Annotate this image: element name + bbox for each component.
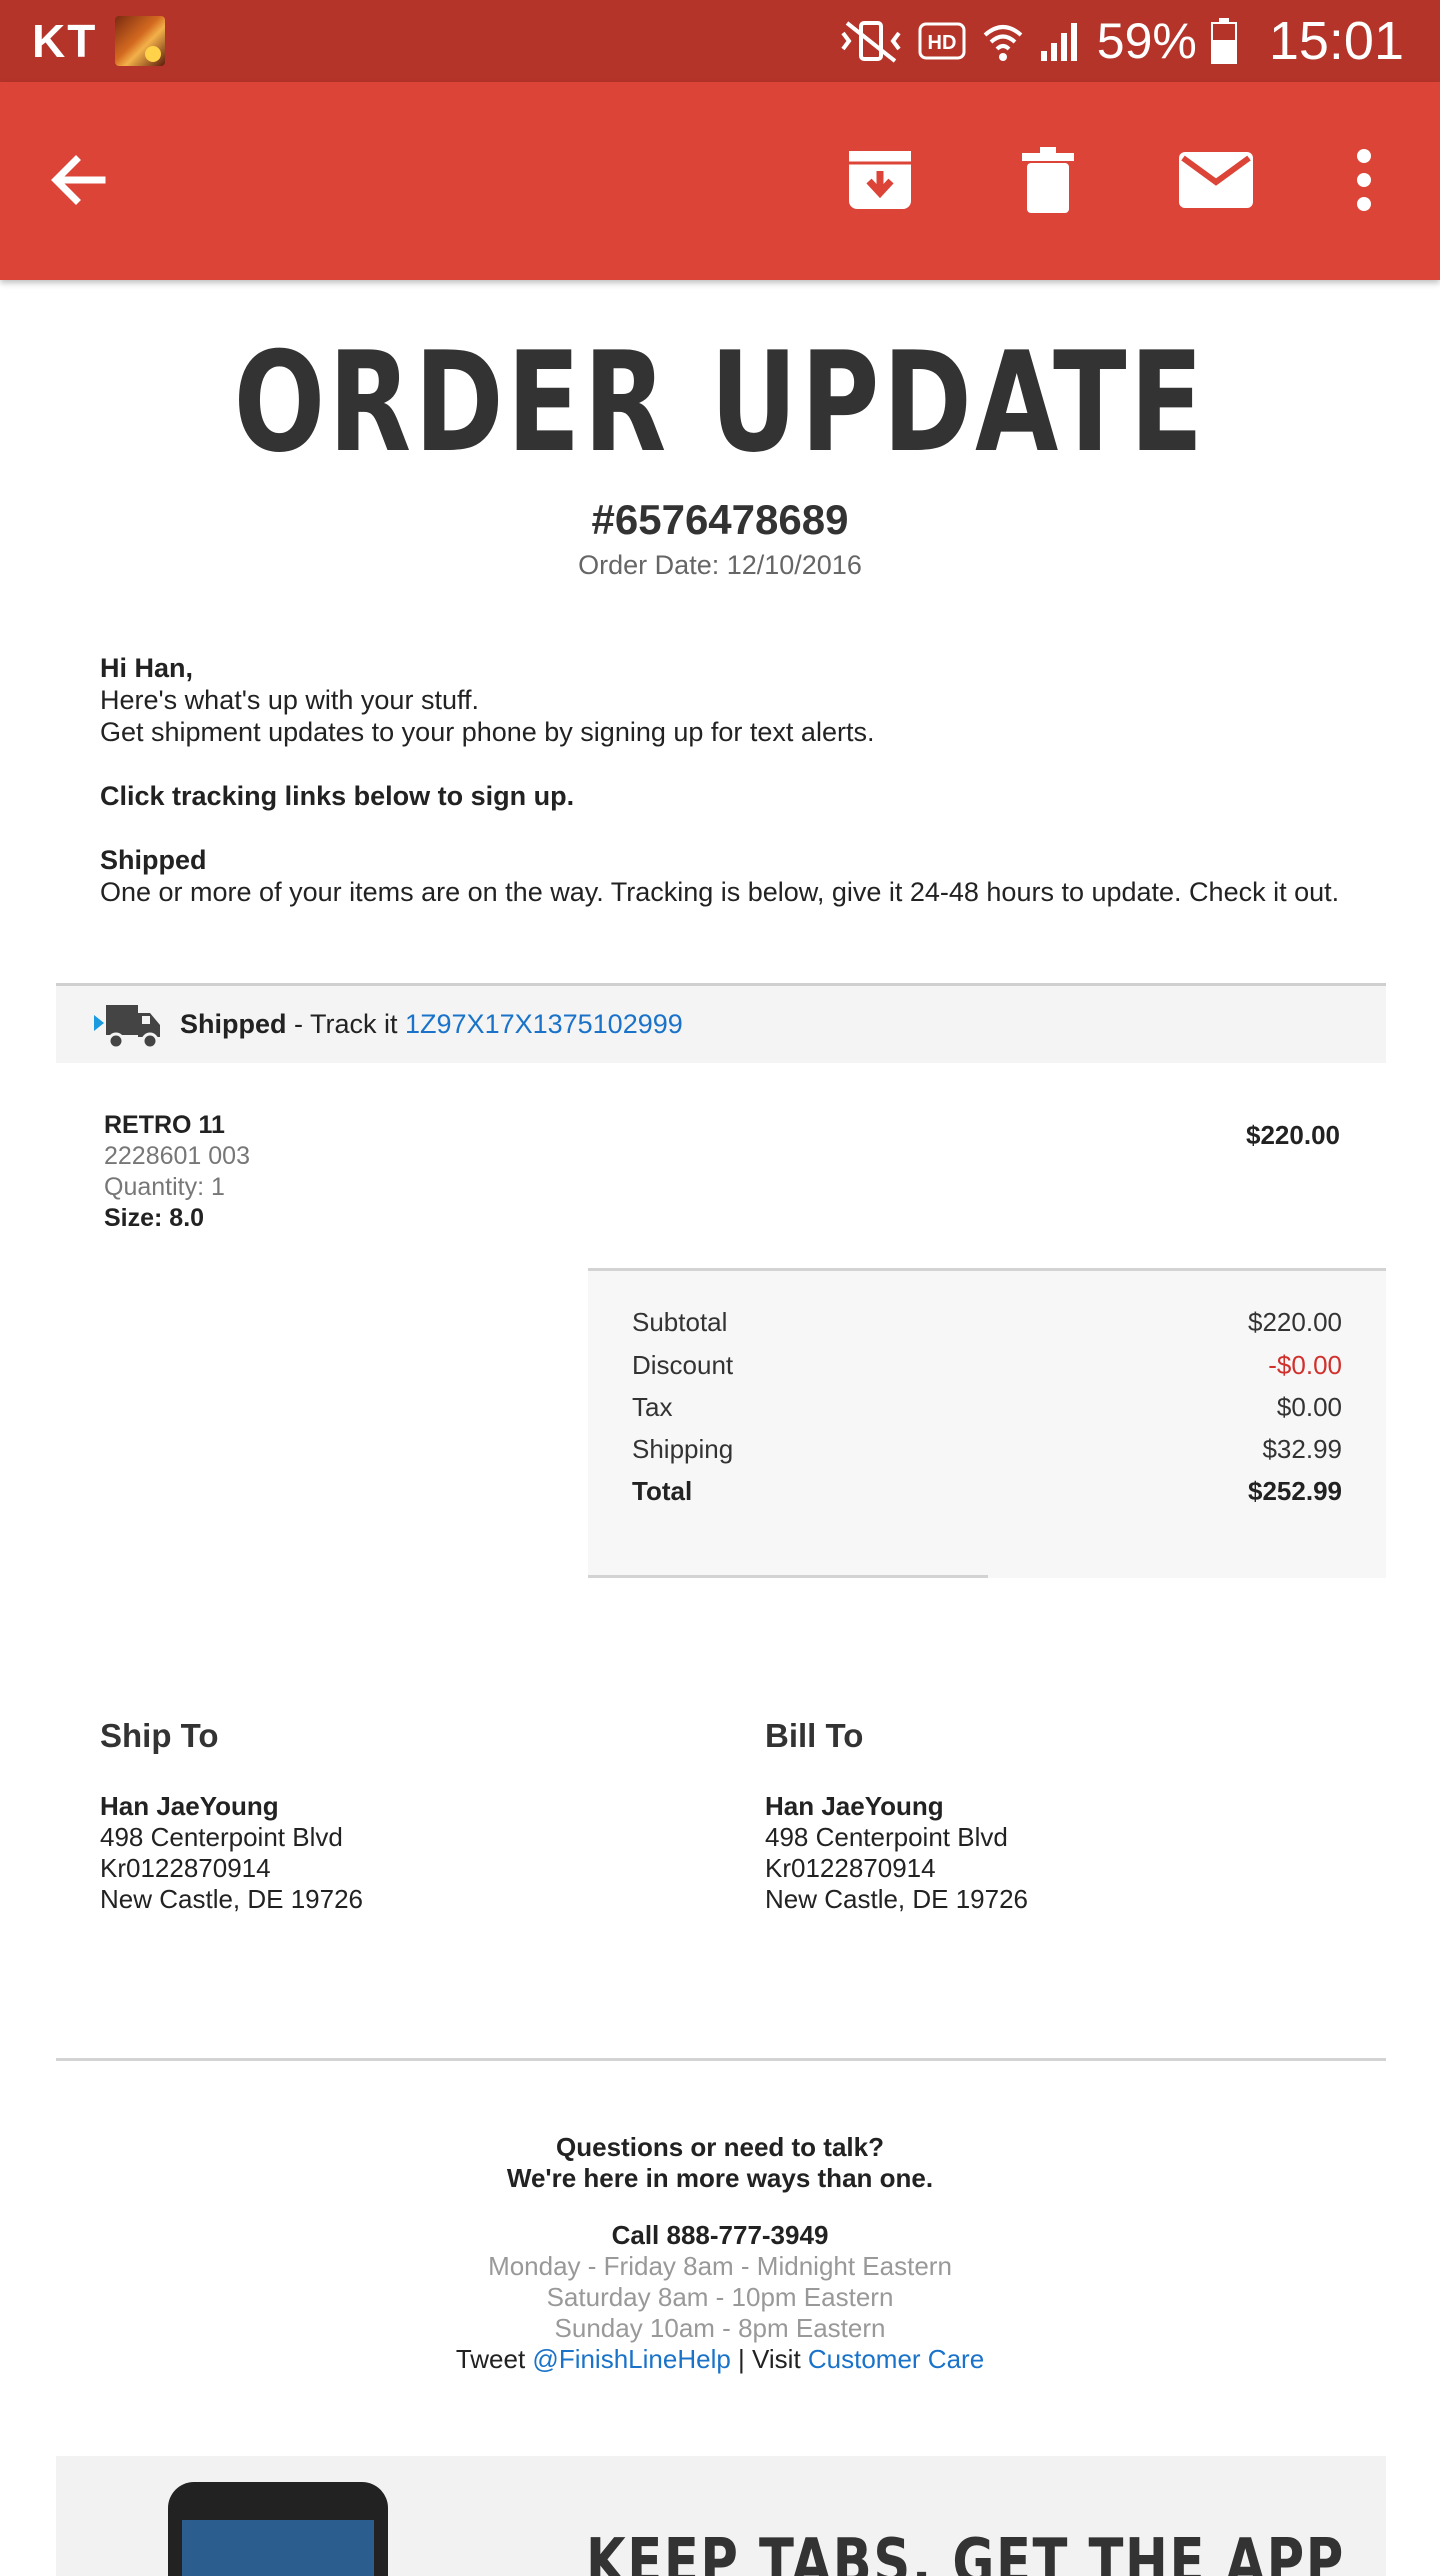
ship-to-line3: Kr0122870914 xyxy=(100,1853,271,1883)
bill-to-city: New Castle, DE 19726 xyxy=(765,1884,1029,1914)
shipped-heading: Shipped xyxy=(100,845,207,875)
intro-line-1: Here's what's up with your stuff. xyxy=(100,685,479,715)
hours-sunday: Sunday 10am - 8pm Eastern xyxy=(554,2313,886,2343)
tracking-status: Shipped xyxy=(180,1009,287,1039)
contact-footer: Questions or need to talk? We're here in… xyxy=(0,2132,1440,2375)
customer-care-link[interactable]: Customer Care xyxy=(808,2344,984,2374)
intro-text: Hi Han, Here's what's up with your stuff… xyxy=(100,652,1340,908)
signal-icon xyxy=(1039,19,1083,63)
mark-unread-button[interactable] xyxy=(1168,132,1264,228)
totals-value: $252.99 xyxy=(1248,1476,1342,1506)
order-item: RETRO 11 2228601 003 Quantity: 1 Size: 8… xyxy=(104,1110,250,1234)
totals-label: Tax xyxy=(632,1392,673,1422)
totals-value: $32.99 xyxy=(1262,1434,1342,1464)
bill-to-title: Bill To xyxy=(765,1717,864,1754)
ship-to-city: New Castle, DE 19726 xyxy=(100,1884,364,1914)
app-toolbar xyxy=(0,82,1440,280)
totals-row-subtotal: Subtotal $220.00 xyxy=(632,1307,1342,1338)
battery-percent: 59% xyxy=(1096,13,1197,69)
totals-row-shipping: Shipping $32.99 xyxy=(632,1434,1342,1465)
totals-row-total: Total $252.99 xyxy=(632,1476,1342,1507)
delete-button[interactable] xyxy=(1000,132,1096,228)
vibrate-mute-icon xyxy=(839,19,903,63)
totals-row-discount: Discount -$0.00 xyxy=(632,1350,1342,1381)
hours-weekday: Monday - Friday 8am - Midnight Eastern xyxy=(488,2251,952,2281)
back-arrow-icon xyxy=(51,155,106,205)
totals-value: $0.00 xyxy=(1276,1392,1342,1422)
order-date: Order Date: 12/10/2016 xyxy=(578,550,862,580)
totals-label: Subtotal xyxy=(632,1307,728,1337)
bill-to-line3: Kr0122870914 xyxy=(765,1853,936,1883)
totals-label: Shipping xyxy=(632,1434,734,1464)
twitter-handle-link[interactable]: @FinishLineHelp xyxy=(532,2344,730,2374)
battery-icon xyxy=(1210,18,1237,64)
more-vert-icon xyxy=(1357,149,1371,211)
ship-to-title: Ship To xyxy=(100,1717,219,1754)
app-promo-text: KEEP TABS. GET THE APP xyxy=(586,2526,1345,2576)
archive-icon xyxy=(849,151,911,209)
item-sku: 2228601 003 xyxy=(104,1142,250,1170)
phone-image xyxy=(168,2482,388,2576)
item-quantity: Quantity: 1 xyxy=(104,1173,225,1201)
delete-icon xyxy=(1022,147,1074,213)
archive-button[interactable] xyxy=(832,132,928,228)
hd-icon: HD xyxy=(917,21,967,61)
ship-to-address: Ship To Han JaeYoung 498 Centerpoint Blv… xyxy=(100,1717,364,1915)
tweet-prefix: Tweet xyxy=(455,2344,533,2374)
bill-to-address: Bill To Han JaeYoung 498 Centerpoint Blv… xyxy=(765,1717,1029,1915)
svg-text:HD: HD xyxy=(927,32,956,54)
tracking-prefix: - Track it xyxy=(286,1009,406,1039)
tracking-cta: Click tracking links below to sign up. xyxy=(100,781,575,811)
more-options-button[interactable] xyxy=(1316,132,1412,228)
order-totals: Subtotal $220.00 Discount -$0.00 Tax $0.… xyxy=(588,1268,1386,1578)
totals-value: $220.00 xyxy=(1248,1307,1342,1337)
tracking-bar: Shipped - Track it 1Z97X17X1375102999 xyxy=(56,983,1386,1063)
social-links: Tweet @FinishLineHelp | Visit Customer C… xyxy=(0,2344,1440,2375)
section-divider xyxy=(56,2058,1386,2061)
visit-prefix: | Visit xyxy=(730,2344,808,2374)
carrier-name: KT xyxy=(32,15,98,67)
greeting: Hi Han, xyxy=(100,653,194,683)
app-promo-banner[interactable]: KEEP TABS. GET THE APP xyxy=(56,2456,1386,2576)
order-number: #6576478689 xyxy=(591,496,849,543)
ship-to-name: Han JaeYoung xyxy=(100,1791,279,1821)
clock: 15:01 xyxy=(1268,11,1404,71)
item-size: Size: 8.0 xyxy=(104,1204,205,1232)
bill-to-street: 498 Centerpoint Blvd xyxy=(765,1822,1008,1852)
totals-label: Discount xyxy=(632,1350,734,1380)
hours-saturday: Saturday 8am - 10pm Eastern xyxy=(546,2282,894,2312)
wifi-icon xyxy=(981,19,1025,63)
totals-row-tax: Tax $0.00 xyxy=(632,1392,1342,1423)
intro-line-2: Get shipment updates to your phone by si… xyxy=(100,717,875,747)
status-bar: KT HD 59% 15:01 xyxy=(0,0,1440,82)
bill-to-name: Han JaeYoung xyxy=(765,1791,944,1821)
item-name: RETRO 11 xyxy=(104,1111,225,1139)
avatar xyxy=(115,16,166,66)
shipped-description: One or more of your items are on the way… xyxy=(100,877,1340,907)
truck-icon xyxy=(92,999,164,1051)
back-button[interactable] xyxy=(30,132,126,228)
footer-question: Questions or need to talk? xyxy=(556,2132,884,2162)
mark-unread-icon xyxy=(1179,152,1253,208)
footer-subline: We're here in more ways than one. xyxy=(506,2163,934,2193)
email-headline: ORDER UPDATE xyxy=(233,322,1207,483)
status-icons: HD 59% 15:01 xyxy=(839,10,1404,72)
call-number[interactable]: Call 888-777-3949 xyxy=(0,2220,1440,2251)
totals-label: Total xyxy=(632,1476,693,1506)
totals-value: -$0.00 xyxy=(1268,1350,1342,1380)
tracking-number-link[interactable]: 1Z97X17X1375102999 xyxy=(405,1009,683,1040)
ship-to-street: 498 Centerpoint Blvd xyxy=(100,1822,343,1852)
item-price: $220.00 xyxy=(1246,1120,1340,1150)
